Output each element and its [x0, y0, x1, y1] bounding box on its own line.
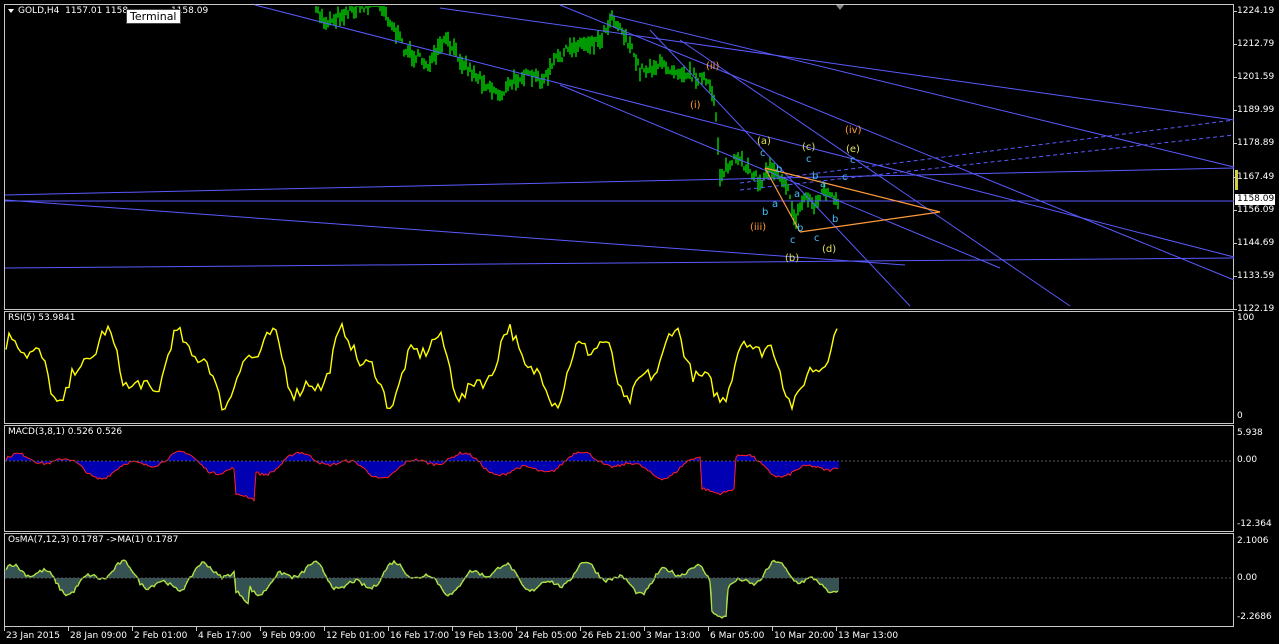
time-axis-tick [836, 627, 837, 631]
chart-canvas: (i)(ii)(iii)(iv)(a)(b)(c)(d)(e)cbacbcbac… [4, 4, 1238, 619]
time-axis-tick [132, 627, 133, 631]
time-axis-tick [388, 627, 389, 631]
macd-scale-bottom: -12.364 [1237, 519, 1272, 529]
time-axis-label: 12 Feb 01:00 [326, 631, 386, 641]
price-scale-tick [1233, 77, 1237, 79]
wave-label-minor: c [760, 148, 766, 159]
price-scale-label: 1144.69 [1237, 237, 1275, 248]
wave-label-minor: c [842, 172, 848, 183]
price-scale-tick [1233, 308, 1237, 310]
trendline [4, 167, 1235, 196]
time-axis-label: 24 Feb 05:00 [518, 631, 578, 641]
current-price-box: 1158.09 [1235, 194, 1275, 205]
rsi-line [5, 321, 838, 412]
wave-label-minor: b [812, 171, 818, 182]
time-axis-tick [516, 627, 517, 631]
wave-label-minor: a [772, 199, 778, 210]
wave-label-minor: c [806, 154, 812, 165]
time-axis-tick [580, 627, 581, 631]
macd-scale-zero: 0.00 [1237, 455, 1258, 465]
time-axis-label: 4 Feb 17:00 [198, 631, 252, 641]
price-scale-label: 1156.09 [1237, 204, 1275, 215]
metatrader-chart-window[interactable]: GOLD,H4 1157.01 1158 1158.09 Terminal RS… [0, 0, 1279, 644]
macd-signal-line [5, 450, 839, 503]
wave-label-iv: (iv) [845, 125, 862, 136]
time-axis-tick [324, 627, 325, 631]
time-axis-label: 2 Feb 01:00 [134, 631, 188, 641]
wave-label-ii: (ii) [706, 61, 719, 72]
time-axis-tick [644, 627, 645, 631]
wave-label-a-major: (a) [757, 136, 771, 147]
price-scale-tick [1233, 44, 1237, 46]
price-scale-label: 1167.49 [1237, 171, 1275, 182]
osma-scale-top: 2.1006 [1237, 536, 1269, 546]
time-axis-label: 26 Feb 21:00 [582, 631, 642, 641]
wave-label-iii: (iii) [750, 222, 766, 233]
time-axis-label: 9 Feb 09:00 [262, 631, 316, 641]
time-axis-tick [772, 627, 773, 631]
rsi-scale-top: 100 [1237, 313, 1255, 323]
price-scale-tick [1233, 110, 1237, 112]
osma-scale-zero: 0.00 [1237, 573, 1258, 583]
time-axis-tick [452, 627, 453, 631]
wave-label-minor: a [794, 189, 800, 200]
trendline [4, 199, 906, 266]
trendline [559, 84, 1001, 269]
time-axis-label: 19 Feb 13:00 [454, 631, 514, 641]
price-scale-label: 1201.59 [1237, 72, 1275, 83]
trendline [439, 7, 1235, 121]
wave-label-minor: a [820, 179, 826, 190]
wave-label-minor: b [832, 214, 838, 225]
time-axis-label: 6 Mar 05:00 [710, 631, 765, 641]
time-axis-label: 23 Jan 2015 [6, 631, 60, 641]
wave-label-c-major: (c) [802, 142, 815, 153]
price-scale-label: 1224.19 [1237, 6, 1275, 16]
price-scale-label: 1212.79 [1237, 39, 1275, 50]
wave-label-d-major: (d) [822, 244, 836, 255]
price-scale-label: 1178.89 [1237, 138, 1275, 149]
trendline [4, 257, 1235, 269]
osma-line [5, 559, 839, 619]
time-axis-label: 3 Mar 13:00 [646, 631, 701, 641]
price-scale-tick [1233, 143, 1237, 145]
time-axis-tick [4, 627, 5, 631]
price-scale-tick [1233, 242, 1237, 244]
wave-label-b-major: (b) [785, 253, 799, 264]
chart-shift-marker [836, 5, 844, 10]
wave-label-minor: b [776, 164, 782, 175]
wave-label-minor: c [814, 233, 820, 244]
time-axis-label: 28 Jan 09:00 [70, 631, 127, 641]
price-scale-tick [1233, 176, 1237, 178]
time-axis-tick [196, 627, 197, 631]
wave-label-minor: b [797, 223, 803, 234]
price-scale-tick [1233, 209, 1237, 211]
time-axis-label: 16 Feb 17:00 [390, 631, 450, 641]
wave-label-minor: b [762, 207, 768, 218]
osma-scale-bottom: -2.2686 [1237, 612, 1272, 622]
time-axis-tick [708, 627, 709, 631]
rsi-scale-bottom: 0 [1237, 411, 1243, 421]
wave-label-i: (i) [690, 100, 701, 111]
price-scale-tick [1233, 275, 1237, 277]
time-axis-label: 10 Mar 20:00 [774, 631, 835, 641]
wave-label-minor: c [850, 155, 856, 166]
price-scale-tick [1233, 11, 1237, 12]
wave-label-minor: c [790, 235, 796, 246]
time-axis-tick [260, 627, 261, 631]
time-axis-label: 13 Mar 13:00 [838, 631, 899, 641]
price-scale-label: 1189.99 [1237, 105, 1275, 116]
wave-label-e-major: (e) [846, 144, 860, 155]
macd-scale-top: 5.938 [1237, 428, 1263, 438]
price-scale-label: 1133.59 [1237, 270, 1275, 281]
time-axis-tick [68, 627, 69, 631]
